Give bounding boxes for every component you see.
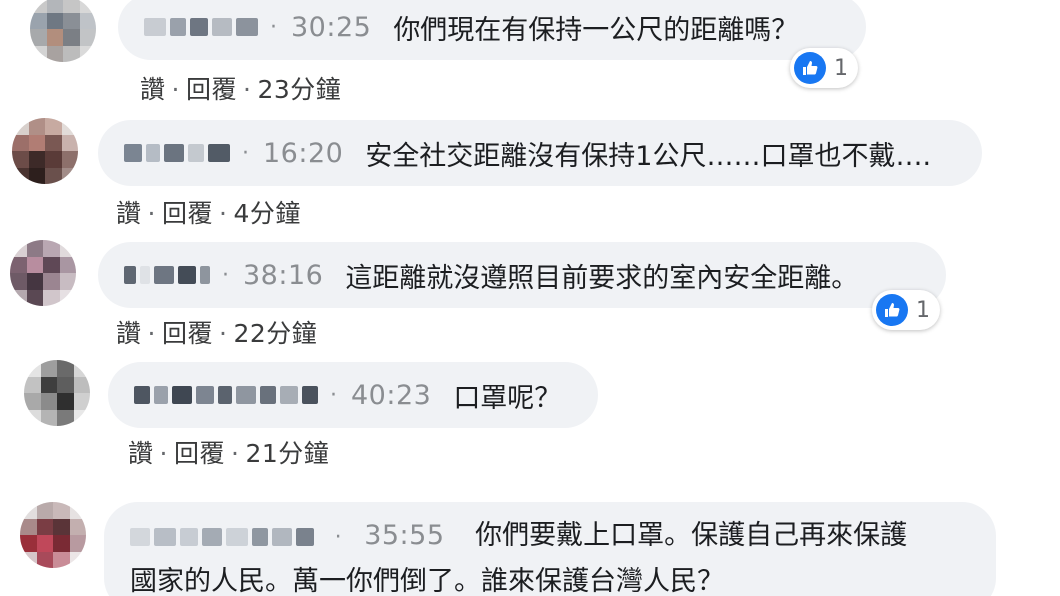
comment-age[interactable]: 21分鐘	[245, 439, 329, 468]
comment-text: 口罩呢？	[453, 382, 562, 414]
reaction-badge[interactable]: 1	[790, 48, 858, 88]
reaction-badge[interactable]: 1	[872, 290, 940, 330]
comment-first-line: · 35:55 你們要戴上口罩。保護自己再來保護	[130, 514, 970, 560]
comment-actions: 讚 · 回覆 · 4分鐘	[116, 194, 301, 230]
comment-actions: 讚 · 回覆 · 22分鐘	[116, 314, 317, 350]
comment-thread: · 30:25 你們現在有保持一公尺的距離嗎？ 1 讚 · 回覆 · 23分鐘 · 16	[0, 0, 1060, 596]
thumbs-up-icon	[794, 52, 826, 84]
comment-bubble: · 16:20 安全社交距離沒有保持1公尺……口罩也不戴….	[98, 120, 982, 186]
separator: ·	[222, 262, 229, 288]
comment-text-line-1: 你們要戴上口罩。保護自己再來保護	[475, 520, 908, 551]
like-link[interactable]: 讚	[116, 319, 142, 348]
separator: ·	[330, 382, 337, 408]
comment-actions: 讚 · 回覆 · 23分鐘	[140, 70, 341, 106]
avatar[interactable]	[20, 502, 86, 568]
author-name[interactable]	[134, 386, 318, 404]
reply-link[interactable]: 回覆	[174, 439, 225, 468]
comment-actions: 讚 · 回覆 · 21分鐘	[128, 434, 329, 470]
avatar[interactable]	[30, 0, 96, 62]
video-timestamp-link[interactable]: 38:16	[243, 260, 323, 291]
reaction-count: 1	[916, 297, 930, 323]
reply-link[interactable]: 回覆	[186, 75, 237, 104]
separator: ·	[242, 140, 249, 166]
comment-bubble: · 40:23 口罩呢？	[108, 362, 598, 428]
comment-age[interactable]: 23分鐘	[257, 75, 341, 104]
comment-age[interactable]: 4分鐘	[233, 199, 300, 228]
avatar[interactable]	[10, 240, 76, 306]
reply-link[interactable]: 回覆	[162, 199, 213, 228]
reply-link[interactable]: 回覆	[162, 319, 213, 348]
separator: ·	[242, 75, 252, 104]
avatar[interactable]	[12, 118, 78, 184]
comment-text: 安全社交距離沒有保持1公尺……口罩也不戴….	[365, 140, 932, 172]
separator: ·	[334, 525, 342, 550]
like-link[interactable]: 讚	[116, 199, 142, 228]
avatar[interactable]	[24, 360, 90, 426]
separator: ·	[171, 75, 180, 104]
separator: ·	[147, 319, 156, 348]
reaction-count: 1	[834, 55, 848, 81]
comment-bubble: · 38:16 這距離就沒遵照目前要求的室內安全距離。	[98, 242, 946, 308]
thumbs-up-icon	[876, 294, 908, 326]
video-timestamp-link[interactable]: 30:25	[291, 12, 371, 43]
video-timestamp-link[interactable]: 40:23	[351, 380, 431, 411]
author-name[interactable]	[144, 18, 258, 36]
comment-bubble: · 35:55 你們要戴上口罩。保護自己再來保護 國家的人民。萬一你們倒了。誰來…	[104, 502, 996, 596]
author-name[interactable]	[124, 144, 230, 162]
like-link[interactable]: 讚	[140, 75, 166, 104]
author-name[interactable]	[130, 527, 314, 546]
separator: ·	[147, 199, 156, 228]
comment-text: 這距離就沒遵照目前要求的室內安全距離。	[345, 262, 859, 294]
separator: ·	[230, 439, 240, 468]
separator: ·	[218, 199, 228, 228]
comment-bubble: · 30:25 你們現在有保持一公尺的距離嗎？	[118, 0, 866, 60]
comment-age[interactable]: 22分鐘	[233, 319, 317, 348]
separator: ·	[159, 439, 168, 468]
video-timestamp-link[interactable]: 35:55	[364, 520, 444, 551]
separator: ·	[270, 14, 277, 40]
comment-text: 你們現在有保持一公尺的距離嗎？	[393, 14, 799, 46]
video-timestamp-link[interactable]: 16:20	[263, 138, 343, 169]
separator: ·	[218, 319, 228, 348]
comment-text-line-2: 國家的人民。萬一你們倒了。誰來保護台灣人民？	[130, 566, 724, 596]
like-link[interactable]: 讚	[128, 439, 154, 468]
author-name[interactable]	[124, 266, 210, 284]
